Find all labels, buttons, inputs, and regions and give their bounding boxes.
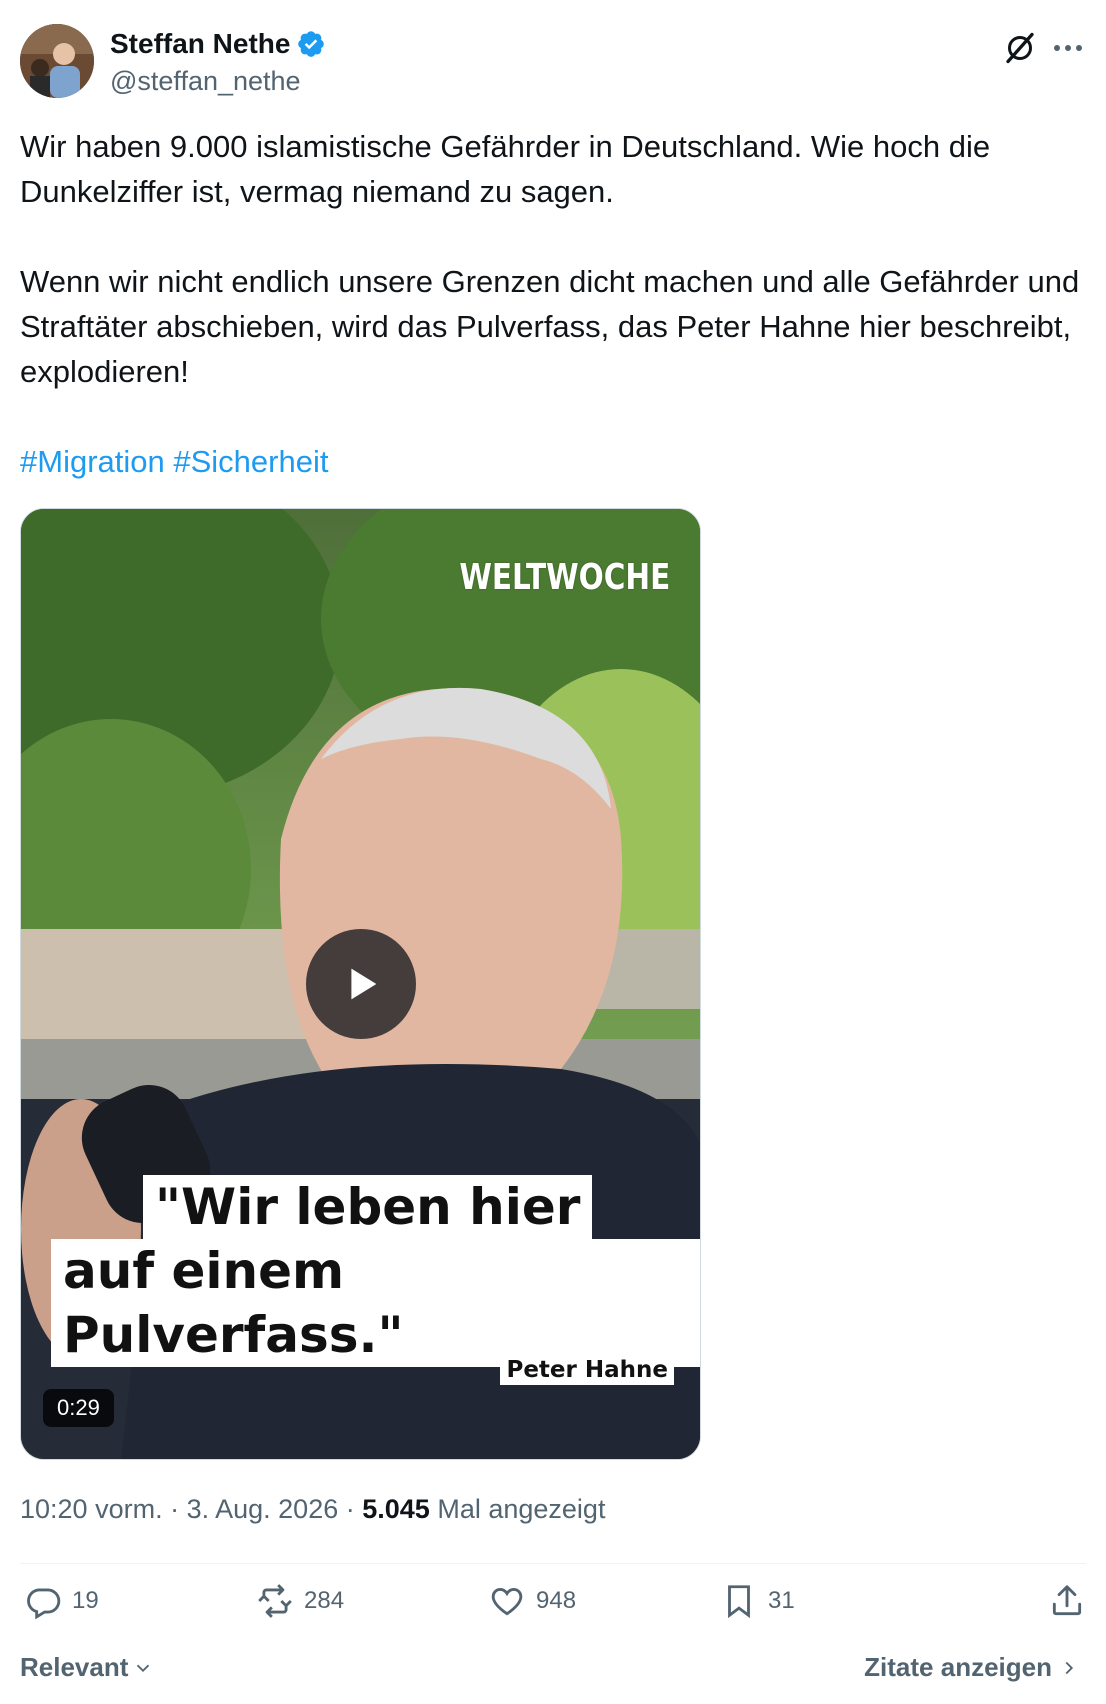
avatar[interactable] <box>20 24 94 98</box>
speaker-label: Peter Hahne <box>500 1355 674 1385</box>
bookmark-count: 31 <box>768 1587 795 1614</box>
video-duration: 0:29 <box>43 1389 114 1427</box>
play-button[interactable] <box>306 929 416 1039</box>
chevron-right-icon <box>1065 1661 1074 1674</box>
grok-icon[interactable] <box>1002 30 1038 66</box>
like-count: 948 <box>536 1587 577 1614</box>
quotes-label: Zitate anzeigen <box>864 1652 1052 1682</box>
hashtags: #Migration #Sicherheit <box>20 439 1090 484</box>
tweet-header: Steffan Nethe @steffan_nethe <box>20 24 1086 100</box>
tweet-date[interactable]: 3. Aug. 2026 <box>187 1494 339 1524</box>
hashtag-link[interactable]: #Sicherheit <box>173 444 328 479</box>
name-row: Steffan Nethe <box>110 28 326 60</box>
reply-button[interactable]: 19 <box>24 1582 99 1620</box>
divider <box>20 1563 1086 1564</box>
share-icon <box>1052 1585 1082 1616</box>
tweet-time[interactable]: 10:20 vorm. <box>20 1494 163 1524</box>
view-label: Mal angezeigt <box>437 1494 606 1524</box>
view-count: 5.045 <box>362 1494 430 1524</box>
user-handle[interactable]: @steffan_nethe <box>110 66 301 97</box>
display-name[interactable]: Steffan Nethe <box>110 28 290 60</box>
repost-button[interactable]: 284 <box>256 1582 344 1620</box>
weltwoche-watermark: WELTWOCHE <box>459 557 670 598</box>
action-bar: 19 284 948 31 <box>20 1582 1086 1628</box>
reply-count: 19 <box>72 1587 99 1614</box>
video-caption-line-2: auf einem Pulverfass." <box>51 1239 700 1367</box>
reply-icon <box>27 1588 61 1620</box>
tweet-paragraph-2: Wenn wir nicht endlich unsere Grenzen di… <box>20 264 1080 389</box>
video-caption-line-1: "Wir leben hier <box>143 1175 593 1239</box>
repost-count: 284 <box>304 1587 345 1614</box>
tweet-meta: 10:20 vorm. · 3. Aug. 2026 · 5.045 Mal a… <box>20 1494 606 1524</box>
hashtag-link[interactable]: #Migration <box>20 444 165 479</box>
verified-badge-icon <box>298 31 325 57</box>
sort-dropdown[interactable]: Relevant <box>20 1652 154 1683</box>
bookmark-button[interactable]: 31 <box>720 1582 795 1620</box>
chevron-down-icon <box>137 1664 150 1672</box>
video-player[interactable]: WELTWOCHE "Wir leben hier auf einem Pulv… <box>20 508 701 1460</box>
tweet-text: Wir haben 9.000 islamistische Gefährder … <box>20 124 1090 484</box>
reply-sort-row: Relevant Zitate anzeigen <box>20 1652 1086 1692</box>
bookmark-icon <box>728 1585 750 1619</box>
heart-icon <box>491 1588 523 1616</box>
share-button[interactable] <box>1048 1582 1086 1620</box>
view-quotes-link[interactable]: Zitate anzeigen <box>864 1652 1080 1683</box>
more-options-icon[interactable] <box>1050 38 1086 58</box>
sort-label: Relevant <box>20 1652 129 1682</box>
like-button[interactable]: 948 <box>488 1582 576 1620</box>
repost-icon <box>258 1584 292 1618</box>
play-icon <box>351 968 377 1000</box>
tweet-paragraph-1: Wir haben 9.000 islamistische Gefährder … <box>20 129 991 209</box>
